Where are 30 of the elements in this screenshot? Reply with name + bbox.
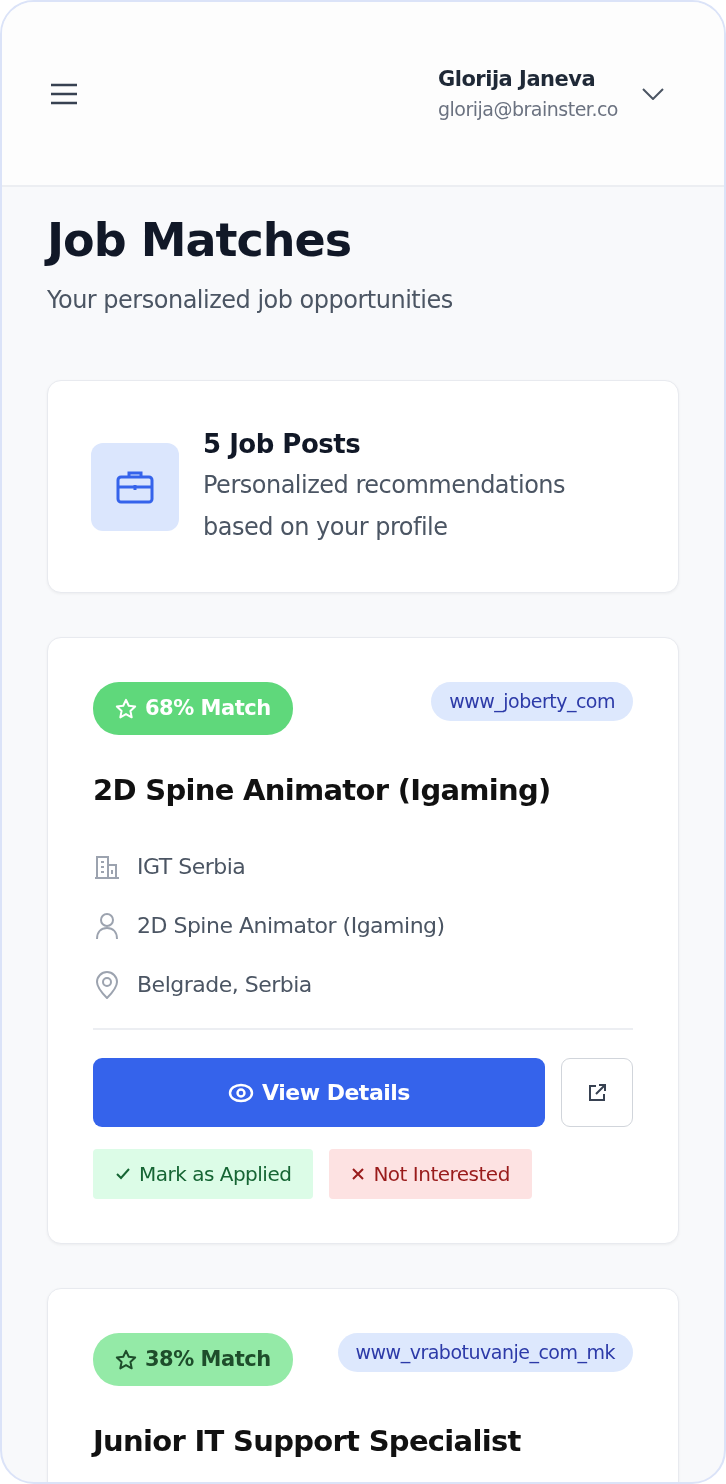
user-name: Glorija Janeva [437,65,597,93]
job-location: Belgrade, Serbia [137,971,312,1000]
summary-title: 5 Job Posts [203,428,362,462]
user-email: glorija@brainster.co [437,97,618,122]
external-link-icon [587,1083,607,1103]
match-badge: 38% Match [93,1333,293,1386]
job-title: Junior IT Support Specialist [93,1424,522,1459]
eye-icon [228,1083,255,1103]
source-tag: www_vrabotuvanje_com_mk [337,1333,633,1372]
view-details-button[interactable]: View Details [93,1058,545,1128]
not-interested-button[interactable]: Not Interested [329,1149,532,1200]
external-link-button[interactable] [561,1058,633,1128]
summary-description: Personalized recommendations based on your profile [203,470,567,544]
check-icon [115,1167,131,1182]
mark-applied-button[interactable]: Mark as Applied [93,1149,314,1200]
job-company: IGT Serbia [137,853,246,882]
briefcase-icon [91,442,179,531]
page-subtitle: Your personalized job opportunities [47,285,454,317]
person-icon [94,912,120,940]
menu-icon[interactable] [50,82,78,105]
job-title: 2D Spine Animator (Igaming) [93,772,552,808]
chevron-down-icon[interactable] [642,87,664,100]
star-icon [115,1349,137,1372]
job-position: 2D Spine Animator (Igaming) [137,912,445,941]
star-icon [115,697,137,720]
location-pin-icon [94,971,120,999]
match-badge: 68% Match [93,682,293,735]
close-icon [351,1167,366,1182]
building-icon [93,855,121,879]
source-tag: www_joberty_com [431,682,633,721]
